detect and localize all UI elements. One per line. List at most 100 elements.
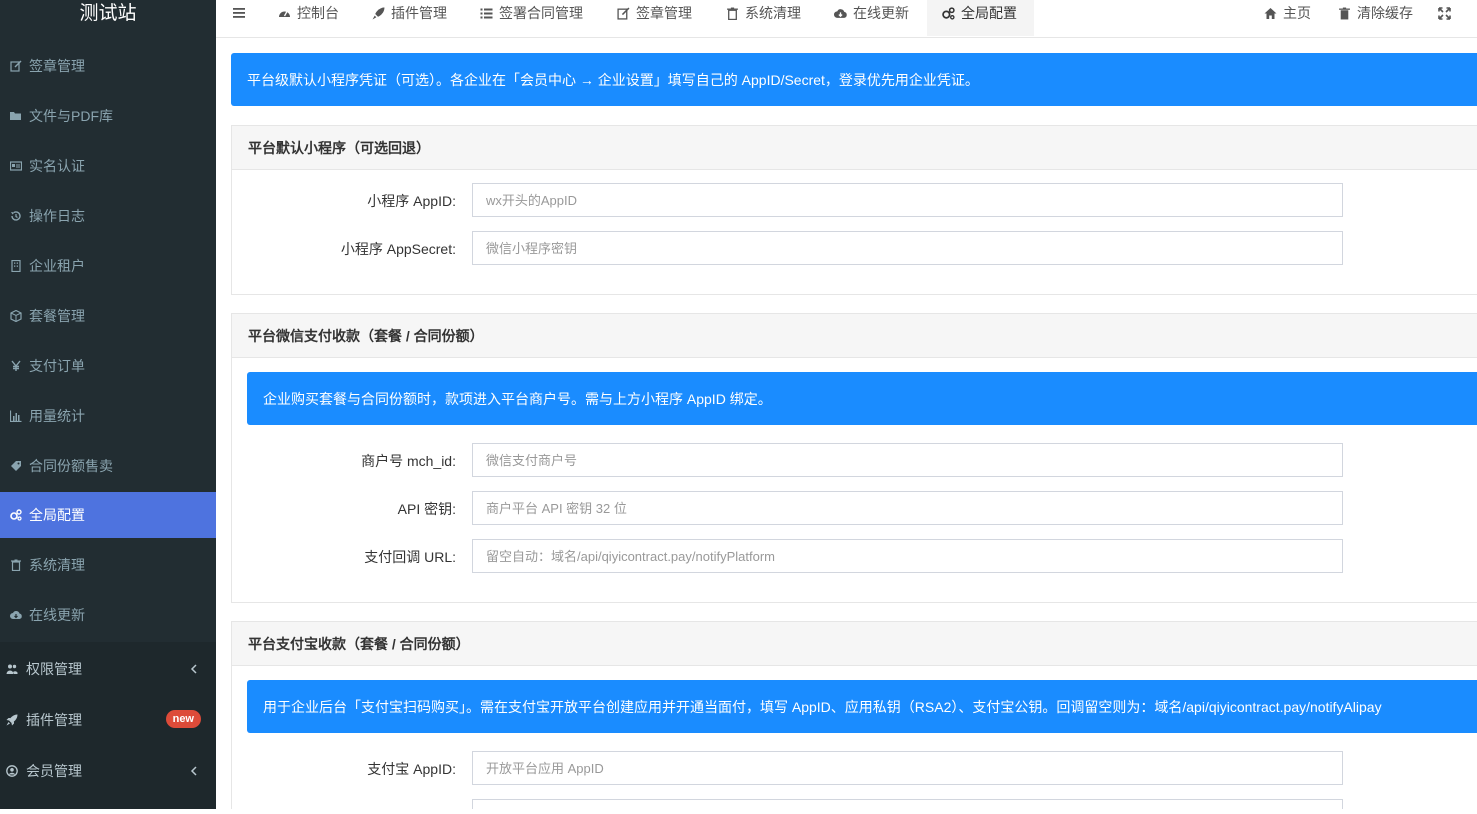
history-icon [9,209,23,223]
alipay-alert: 用于企业后台「支付宝扫码购买」。需在支付宝开放平台创建应用并开通当面付，填写 A… [247,680,1477,733]
form-row-mchid: 商户号 mch_id: [232,443,1477,477]
sidebar: 测试站 签章管理 文件与PDF库 实名认证 操作日志 企业租户 套餐管理 支付订… [0,0,216,809]
users-icon [5,662,19,676]
sidebar-item-quota-sales[interactable]: 合同份额售卖 [0,443,216,489]
list-icon [480,6,494,20]
mch-id-input[interactable] [472,443,1343,477]
api-key-input[interactable] [472,491,1343,525]
wechat-pay-alert: 企业购买套餐与合同份额时，款项进入平台商户号。需与上方小程序 AppID 绑定。 [247,372,1477,425]
sidebar-item-label: 文件与PDF库 [29,108,113,124]
panel-miniapp: 平台默认小程序（可选回退） 小程序 AppID: 小程序 AppSecret: [231,125,1477,295]
sidebar-item-global-config[interactable]: 全局配置 [0,492,216,538]
home-link[interactable]: 主页 [1264,0,1311,36]
wechat-pay-alert-text: 企业购买套餐与合同份额时，款项进入平台商户号。需与上方小程序 AppID 绑定。 [263,390,772,407]
new-badge: new [165,710,201,728]
cloud-download-icon [9,608,23,622]
user-circle-icon [5,764,19,778]
sidebar-group-permissions[interactable]: 权限管理 [0,646,216,692]
main-content: 平台级默认小程序凭证（可选）。各企业在「会员中心 → 企业设置」填写自己的 Ap… [216,38,1477,809]
sidebar-item-usage[interactable]: 用量统计 [0,393,216,439]
sidebar-group-label: 会员管理 [26,763,82,779]
alipay-appid-input[interactable] [472,751,1343,785]
info-alert: 平台级默认小程序凭证（可选）。各企业在「会员中心 → 企业设置」填写自己的 Ap… [231,53,1477,106]
sidebar-item-files[interactable]: 文件与PDF库 [0,93,216,139]
sidebar-item-logs[interactable]: 操作日志 [0,193,216,239]
tab-update[interactable]: 在线更新 [834,0,909,36]
form-row-appsecret: 小程序 AppSecret: [232,231,1477,265]
chevron-left-icon [190,766,197,776]
expand-icon [1438,6,1452,20]
sidebar-item-seal[interactable]: 签章管理 [0,43,216,89]
rocket-icon [5,713,19,727]
trash-icon [1338,6,1352,20]
sidebar-item-realname[interactable]: 实名认证 [0,143,216,189]
form-row-alipay-next [232,799,1477,809]
field-label: 小程序 AppSecret: [340,241,456,257]
miniapp-appid-input[interactable] [472,183,1343,217]
fullscreen-button[interactable] [1438,0,1457,36]
bar-chart-icon [9,409,23,423]
clear-cache-label: 清除缓存 [1357,5,1413,21]
rocket-icon [372,6,386,20]
sidebar-group-members[interactable]: 会员管理 [0,748,216,794]
hamburger-icon[interactable] [232,6,246,20]
tab-dashboard[interactable]: 控制台 [278,0,339,36]
form-row-appid: 小程序 AppID: [232,183,1477,217]
sidebar-item-label: 系统清理 [29,557,85,573]
field-label: API 密钥: [397,501,456,517]
tab-contracts[interactable]: 签署合同管理 [480,0,583,36]
panel-wechat-pay: 平台微信支付收款（套餐 / 合同份额） 企业购买套餐与合同份额时，款项进入平台商… [231,313,1477,603]
clear-cache-button[interactable]: 清除缓存 [1338,0,1413,36]
field-label: 小程序 AppID: [367,193,456,209]
folder-open-icon [9,109,23,123]
tab-label: 签署合同管理 [499,5,583,21]
site-title[interactable]: 测试站 [0,0,216,38]
info-alert-text: 平台级默认小程序凭证（可选）。各企业在「会员中心 → 企业设置」填写自己的 Ap… [247,71,979,88]
sidebar-item-label: 全局配置 [29,507,85,523]
panel-alipay: 平台支付宝收款（套餐 / 合同份额） 用于企业后台「支付宝扫码购买」。需在支付宝… [231,621,1477,809]
tab-cleanup[interactable]: 系统清理 [726,0,801,36]
form-row-alipay-appid: 支付宝 AppID: [232,751,1477,785]
tab-label: 全局配置 [961,5,1017,21]
sidebar-item-label: 在线更新 [29,607,85,623]
sidebar-item-orders[interactable]: 支付订单 [0,343,216,389]
tab-global-config[interactable]: 全局配置 [927,0,1034,36]
sidebar-item-label: 签章管理 [29,58,85,74]
panel-title: 平台微信支付收款（套餐 / 合同份额） [232,314,1477,358]
building-icon [9,259,23,273]
sidebar-item-label: 实名认证 [29,158,85,174]
miniapp-appsecret-input[interactable] [472,231,1343,265]
tab-label: 插件管理 [391,5,447,21]
panel-title: 平台支付宝收款（套餐 / 合同份额） [232,622,1477,666]
form-row-api-key: API 密钥: [232,491,1477,525]
sidebar-item-update[interactable]: 在线更新 [0,592,216,638]
yen-icon [9,359,23,373]
cloud-download-icon [834,6,848,20]
sidebar-item-label: 支付订单 [29,358,85,374]
form-row-notify-url: 支付回调 URL: [232,539,1477,573]
sidebar-item-tenants[interactable]: 企业租户 [0,243,216,289]
home-icon [1264,6,1278,20]
tab-plugins[interactable]: 插件管理 [372,0,447,36]
gears-icon [9,508,23,522]
sidebar-item-cleanup[interactable]: 系统清理 [0,542,216,588]
sidebar-item-packages[interactable]: 套餐管理 [0,293,216,339]
alipay-next-input[interactable] [472,799,1343,809]
sidebar-group-plugins[interactable]: 插件管理 new [0,697,216,743]
tab-label: 系统清理 [745,5,801,21]
notify-url-input[interactable] [472,539,1343,573]
sidebar-item-label: 操作日志 [29,208,85,224]
app-root: 测试站 签章管理 文件与PDF库 实名认证 操作日志 企业租户 套餐管理 支付订… [0,0,1477,814]
tag-icon [9,459,23,473]
field-label: 支付宝 AppID: [367,761,456,777]
panel-title: 平台默认小程序（可选回退） [232,126,1477,170]
sidebar-group-label: 权限管理 [26,661,82,677]
edit-icon [9,59,23,73]
tab-seals[interactable]: 签章管理 [617,0,692,36]
tab-label: 签章管理 [636,5,692,21]
id-card-icon [9,159,23,173]
trash-icon [9,558,23,572]
sidebar-item-label: 套餐管理 [29,308,85,324]
field-label: 商户号 mch_id: [361,453,456,469]
chevron-left-icon [190,664,197,674]
